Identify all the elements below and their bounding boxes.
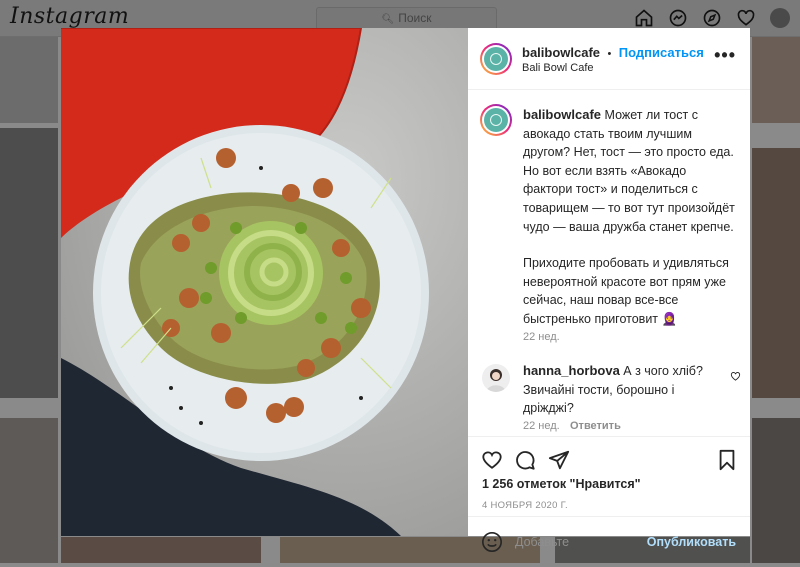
- post-date[interactable]: 4 НОЯБРЯ 2020 Г.: [482, 500, 568, 511]
- comment-text: hanna_horbova А з чого хліб? Звичайні то…: [523, 362, 718, 418]
- commenter-username[interactable]: hanna_horbova: [523, 363, 620, 378]
- caption-username[interactable]: balibowlcafe: [523, 107, 601, 122]
- comment-bubble-icon[interactable]: [514, 449, 536, 471]
- add-comment-input[interactable]: Добавьте: [515, 535, 569, 549]
- grid-tile: [752, 148, 800, 398]
- more-options-button[interactable]: •••: [714, 46, 736, 64]
- like-heart-icon[interactable]: [481, 449, 503, 471]
- search-placeholder: Поиск: [398, 11, 432, 25]
- top-nav-icons: [634, 8, 790, 28]
- search-icon: 🔍︎: [381, 14, 395, 25]
- grid-tile: [752, 37, 800, 123]
- home-icon[interactable]: [634, 8, 654, 28]
- grid-tile: [0, 418, 58, 563]
- grid-tile: [0, 128, 58, 398]
- reply-button[interactable]: Ответить: [570, 420, 621, 432]
- grid-tile: [752, 418, 800, 563]
- share-paper-plane-icon[interactable]: [548, 449, 570, 471]
- activity-heart-icon[interactable]: [736, 8, 756, 28]
- commenter-avatar[interactable]: [482, 364, 510, 392]
- caption-text: balibowlcafe Может ли тост с авокадо ста…: [523, 106, 738, 329]
- author-avatar[interactable]: [480, 43, 512, 75]
- post-header: balibowlcafe • Подписаться Bali Bowl Caf…: [468, 28, 750, 90]
- grid-tile: [0, 37, 58, 123]
- save-bookmark-icon[interactable]: [717, 449, 737, 471]
- search-input[interactable]: 🔍︎ Поиск: [316, 7, 497, 30]
- emoji-smiley-icon[interactable]: [481, 531, 503, 553]
- like-comment-heart-icon[interactable]: [730, 371, 741, 382]
- separator-dot: •: [607, 48, 612, 60]
- explore-icon[interactable]: [702, 8, 722, 28]
- profile-avatar[interactable]: [770, 8, 790, 28]
- messenger-icon[interactable]: [668, 8, 688, 28]
- post-side-panel: balibowlcafe • Подписаться Bali Bowl Caf…: [468, 28, 750, 552]
- comments-list[interactable]: balibowlcafe Может ли тост с авокадо ста…: [468, 90, 750, 436]
- avocado-toast-image: [61, 28, 468, 536]
- post-actions: 1 256 отметок "Нравится" 4 НОЯБРЯ 2020 Г…: [468, 436, 750, 517]
- caption-paragraph-1: Может ли тост с авокадо стать твоим лучш…: [523, 108, 735, 234]
- caption-timestamp[interactable]: 22 нед.: [523, 331, 560, 343]
- author-username[interactable]: balibowlcafe: [522, 45, 600, 60]
- instagram-logo[interactable]: Instagram: [10, 4, 129, 29]
- caption-paragraph-2: Приходите пробовать и удивляться невероя…: [523, 256, 729, 326]
- caption-author-avatar[interactable]: [480, 104, 512, 136]
- author-location[interactable]: Bali Bowl Cafe: [522, 62, 594, 74]
- post-photo[interactable]: [61, 28, 468, 536]
- grid-tile: [61, 537, 261, 563]
- follow-button[interactable]: Подписаться: [619, 45, 704, 60]
- comment-timestamp[interactable]: 22 нед.: [523, 420, 560, 432]
- publish-button[interactable]: Опубликовать: [647, 535, 736, 549]
- add-comment-bar: Добавьте Опубликовать: [468, 516, 750, 567]
- likes-count[interactable]: 1 256 отметок "Нравится": [482, 477, 641, 491]
